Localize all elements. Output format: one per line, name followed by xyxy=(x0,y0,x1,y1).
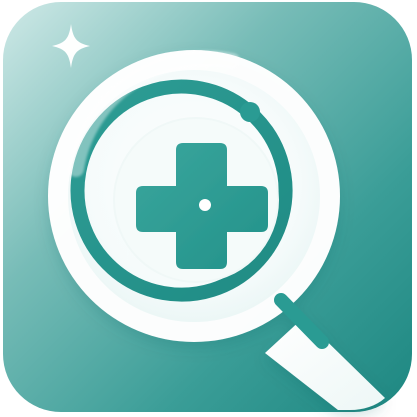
ring-end-dot xyxy=(240,102,260,122)
center-dot xyxy=(199,199,211,211)
app-icon xyxy=(0,0,417,417)
app-icon-canvas xyxy=(0,0,417,417)
